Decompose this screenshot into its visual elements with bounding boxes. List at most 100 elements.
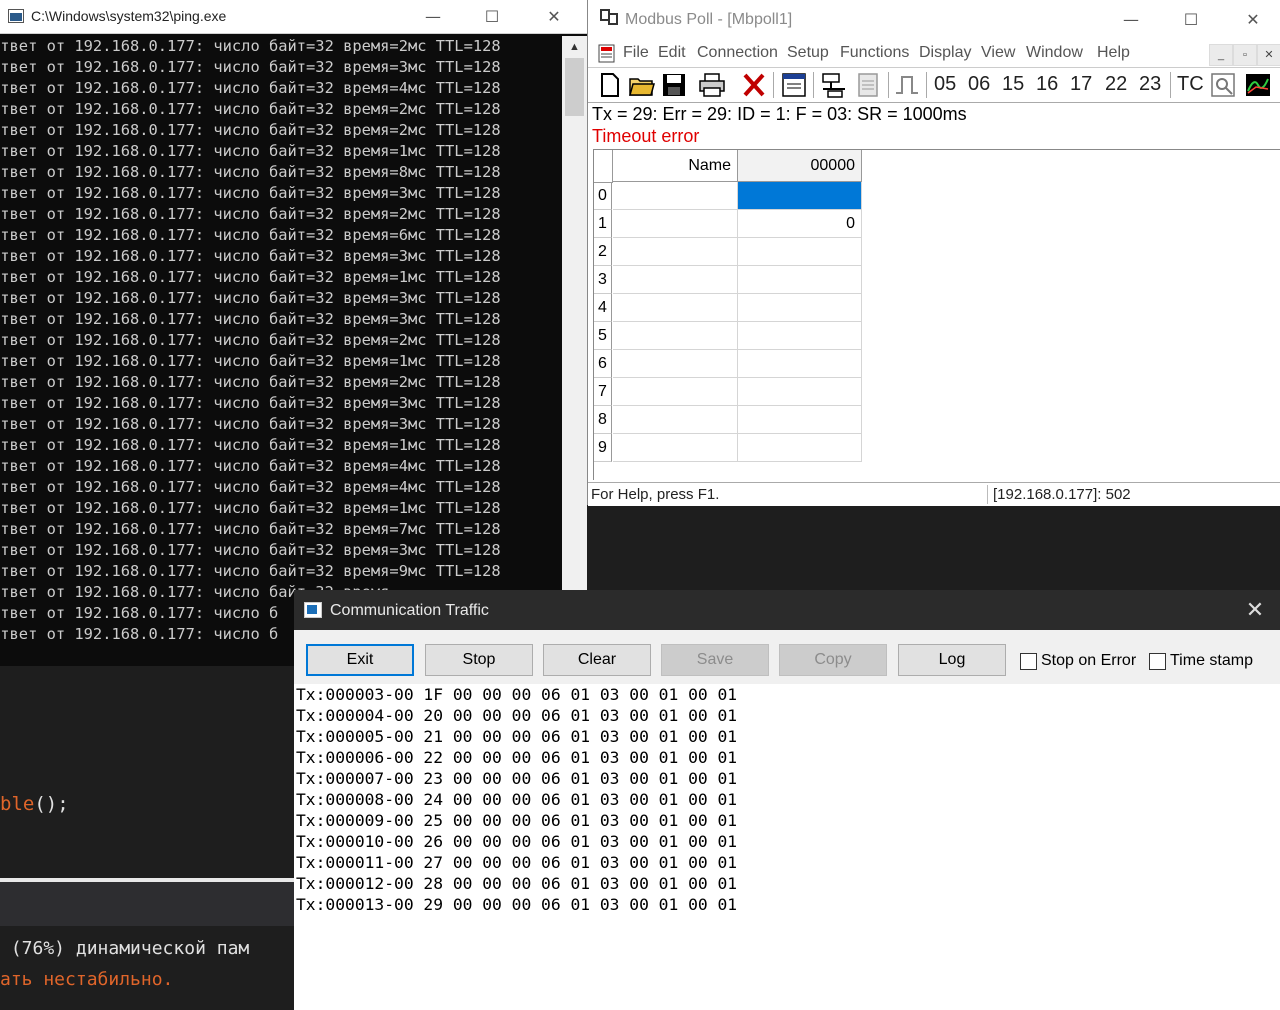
- print-icon[interactable]: [698, 71, 726, 99]
- function-06-button[interactable]: 06: [968, 73, 990, 96]
- mdi-restore-button[interactable]: ▫: [1233, 44, 1257, 66]
- ping-scrollbar[interactable]: ▲: [562, 36, 587, 666]
- value-cell[interactable]: [738, 238, 862, 266]
- copy-button[interactable]: Copy: [779, 644, 887, 676]
- value-cell[interactable]: [738, 294, 862, 322]
- name-cell[interactable]: [613, 182, 738, 210]
- menu-functions[interactable]: Functions: [840, 44, 909, 62]
- exit-button[interactable]: Exit: [306, 644, 414, 676]
- name-cell[interactable]: [613, 294, 738, 322]
- row-header[interactable]: 3: [594, 266, 612, 294]
- menu-help[interactable]: Help: [1097, 44, 1130, 62]
- ping-reply-line: Ответ от 192.168.0.177: число байт=32 вр…: [0, 58, 501, 76]
- row-header[interactable]: 5: [594, 322, 612, 350]
- value-cell[interactable]: [738, 266, 862, 294]
- scroll-thumb[interactable]: [565, 58, 584, 116]
- value-cell[interactable]: [738, 182, 862, 210]
- function-22-button[interactable]: 22: [1105, 73, 1127, 96]
- modbus-app-icon: [600, 9, 618, 27]
- value-cell[interactable]: [738, 378, 862, 406]
- row-header[interactable]: 2: [594, 238, 612, 266]
- save-button[interactable]: Save: [661, 644, 769, 676]
- row-header[interactable]: 9: [594, 434, 612, 462]
- name-cell[interactable]: [613, 350, 738, 378]
- function-15-button[interactable]: 15: [1002, 73, 1024, 96]
- function-05-button[interactable]: 05: [934, 73, 956, 96]
- ping-titlebar[interactable]: C:\Windows\system32\ping.exe — ☐ ✕: [0, 0, 587, 34]
- time-stamp-checkbox[interactable]: [1149, 653, 1166, 670]
- disconnect-icon[interactable]: [854, 71, 882, 99]
- connect-icon[interactable]: [820, 71, 848, 99]
- search-document-icon[interactable]: [1209, 71, 1237, 99]
- value-cell[interactable]: 0: [738, 210, 862, 238]
- document-icon[interactable]: [597, 42, 617, 64]
- mdi-close-button[interactable]: ✕: [1257, 44, 1280, 66]
- menu-setup[interactable]: Setup: [787, 44, 829, 62]
- pulse-icon[interactable]: [893, 71, 921, 99]
- name-cell[interactable]: [613, 406, 738, 434]
- row-header[interactable]: 6: [594, 350, 612, 378]
- traffic-tc-button[interactable]: TC: [1177, 73, 1204, 96]
- clear-button[interactable]: Clear: [543, 644, 651, 676]
- minimize-button[interactable]: —: [410, 0, 456, 33]
- ping-reply-line: Ответ от 192.168.0.177: число байт=32 вр…: [0, 37, 501, 55]
- help-hint: For Help, press F1.: [591, 486, 720, 503]
- row-header[interactable]: 7: [594, 378, 612, 406]
- menu-view[interactable]: View: [981, 44, 1015, 62]
- function-16-button[interactable]: 16: [1036, 73, 1058, 96]
- menu-display[interactable]: Display: [919, 44, 971, 62]
- menu-file[interactable]: File: [623, 44, 649, 62]
- close-icon[interactable]: ✕: [1240, 596, 1270, 624]
- modbus-titlebar[interactable]: Modbus Poll - [Mbpoll1] — ☐ ✕: [588, 0, 1280, 40]
- save-icon[interactable]: [660, 71, 688, 99]
- ping-reply-line: Ответ от 192.168.0.177: число байт=32 вр…: [0, 121, 501, 139]
- value-cell[interactable]: [738, 406, 862, 434]
- chart-icon[interactable]: [1244, 71, 1272, 99]
- name-cell[interactable]: [613, 378, 738, 406]
- row-header[interactable]: 1: [594, 210, 612, 238]
- traffic-line: Tx:000003-00 1F 00 00 00 06 01 03 00 01 …: [296, 685, 738, 704]
- close-button[interactable]: ✕: [1230, 3, 1276, 36]
- log-button[interactable]: Log: [898, 644, 1006, 676]
- row-header[interactable]: 8: [594, 406, 612, 434]
- stop-button[interactable]: Stop: [425, 644, 533, 676]
- traffic-log: Tx:000003-00 1F 00 00 00 06 01 03 00 01 …: [296, 684, 737, 915]
- name-cell[interactable]: [613, 238, 738, 266]
- function-23-button[interactable]: 23: [1139, 73, 1161, 96]
- name-cell[interactable]: [613, 434, 738, 462]
- delete-x-icon[interactable]: [740, 71, 768, 99]
- menu-connection[interactable]: Connection: [697, 44, 778, 62]
- function-17-button[interactable]: 17: [1070, 73, 1092, 96]
- ide-window: ble(); (76%) динамической пам ать нестаб…: [0, 666, 294, 1010]
- menu-edit[interactable]: Edit: [658, 44, 686, 62]
- new-document-icon[interactable]: [596, 71, 624, 99]
- register-grid: Name 00000 01023456789: [593, 149, 1280, 480]
- stop-on-error-checkbox[interactable]: [1020, 653, 1037, 670]
- menu-window[interactable]: Window: [1026, 44, 1083, 62]
- value-column-header[interactable]: 00000: [738, 150, 862, 182]
- maximize-button[interactable]: ☐: [1168, 3, 1214, 36]
- stop-on-error-label[interactable]: Stop on Error: [1041, 652, 1136, 670]
- name-cell[interactable]: [613, 322, 738, 350]
- close-button[interactable]: ✕: [531, 0, 577, 33]
- ping-reply-line: Ответ от 192.168.0.177: число байт=32 вр…: [0, 520, 501, 538]
- time-stamp-label[interactable]: Time stamp: [1170, 652, 1253, 670]
- traffic-line: Tx:000013-00 29 00 00 00 06 01 03 00 01 …: [296, 895, 738, 914]
- maximize-button[interactable]: ☐: [469, 0, 515, 33]
- output-warning-line: ать нестабильно.: [0, 969, 174, 990]
- window-icon[interactable]: [780, 71, 808, 99]
- name-cell[interactable]: [613, 210, 738, 238]
- minimize-button[interactable]: —: [1108, 3, 1154, 36]
- open-folder-icon[interactable]: [628, 71, 656, 99]
- name-cell[interactable]: [613, 266, 738, 294]
- mdi-minimize-button[interactable]: _: [1209, 44, 1233, 66]
- row-header[interactable]: 4: [594, 294, 612, 322]
- value-cell[interactable]: [738, 350, 862, 378]
- value-cell[interactable]: [738, 322, 862, 350]
- row-header[interactable]: 0: [594, 182, 612, 210]
- name-column-header[interactable]: Name: [613, 150, 738, 182]
- scroll-up-icon[interactable]: ▲: [562, 36, 587, 58]
- value-cell[interactable]: [738, 434, 862, 462]
- ping-reply-line: Ответ от 192.168.0.177: число байт=32 вр…: [0, 289, 501, 307]
- traffic-titlebar[interactable]: Communication Traffic ✕: [294, 590, 1280, 630]
